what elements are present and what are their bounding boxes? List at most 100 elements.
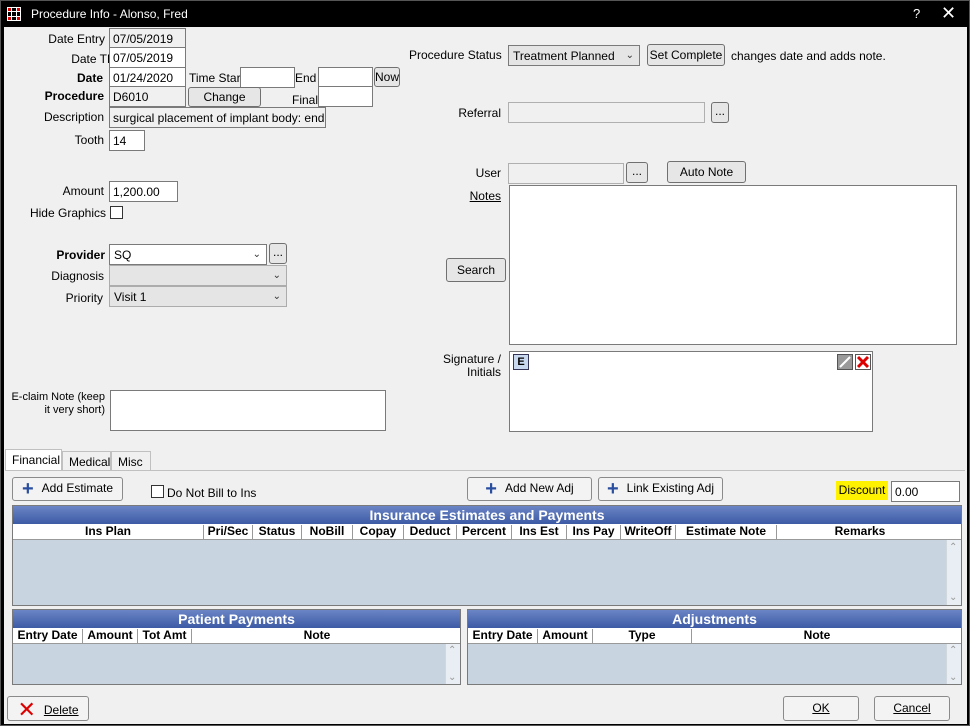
referral-more-button[interactable]: ... [711, 102, 729, 123]
procedure-status-value: Treatment Planned [513, 49, 615, 63]
column-header[interactable]: WriteOff [621, 525, 676, 539]
hide-graphics-label: Hide Graphics [29, 206, 106, 220]
help-button[interactable]: ? [913, 6, 920, 21]
insurance-grid-title: Insurance Estimates and Payments [13, 506, 961, 524]
procedure-info-window: Procedure Info - Alonso, Fred ? ✕ Date E… [0, 0, 970, 726]
column-header[interactable]: Tot Amt [138, 629, 192, 643]
column-header[interactable]: Ins Plan [13, 525, 204, 539]
plus-icon: + [606, 478, 619, 500]
add-new-adj-label: Add New Adj [504, 481, 574, 495]
procedure-status-select[interactable]: Treatment Planned ⌄ [508, 45, 640, 66]
delete-x-icon: ✕ [17, 697, 36, 722]
column-header[interactable]: Ins Est [512, 525, 567, 539]
change-procedure-button[interactable]: Change [188, 87, 261, 107]
notes-label: Notes [469, 189, 501, 203]
scroll-down-icon[interactable]: ⌄ [949, 592, 957, 603]
diagnosis-select[interactable]: ⌄ [109, 265, 287, 286]
add-new-adj-button[interactable]: + Add New Adj [467, 477, 592, 501]
patient-payments-title: Patient Payments [13, 610, 460, 628]
column-header[interactable]: Entry Date [13, 629, 83, 643]
time-start-field[interactable] [240, 67, 295, 88]
add-estimate-button[interactable]: + Add Estimate [12, 477, 123, 501]
priority-select[interactable]: Visit 1 ⌄ [109, 286, 287, 307]
column-header[interactable]: Estimate Note [676, 525, 777, 539]
ok-button[interactable]: OK [783, 696, 859, 721]
insurance-grid-scrollbar[interactable]: ⌃ ⌄ [946, 540, 961, 605]
end-time-field[interactable] [318, 67, 373, 88]
scroll-down-icon[interactable]: ⌄ [949, 672, 957, 683]
delete-button[interactable]: ✕ Delete [7, 696, 89, 721]
provider-label: Provider [56, 248, 105, 262]
search-notes-button[interactable]: Search [446, 258, 506, 282]
date-entry-field: 07/05/2019 [109, 28, 186, 49]
delete-label: Delete [43, 703, 79, 717]
set-complete-button[interactable]: Set Complete [647, 44, 725, 66]
column-header[interactable]: Type [593, 629, 692, 643]
column-header[interactable]: Remarks [777, 525, 943, 539]
column-header[interactable]: NoBill [302, 525, 353, 539]
user-more-button[interactable]: ... [626, 162, 648, 183]
signature-e-icon[interactable]: E [513, 354, 529, 370]
scroll-up-icon[interactable]: ⌃ [949, 542, 957, 553]
do-not-bill-label: Do Not Bill to Ins [167, 486, 257, 500]
column-header[interactable]: Deduct [404, 525, 457, 539]
column-header[interactable]: Note [192, 629, 442, 643]
user-label: User [475, 166, 501, 180]
column-header[interactable]: Note [692, 629, 942, 643]
patient-payments-columns: Entry Date Amount Tot Amt Note [13, 628, 460, 644]
auto-note-button[interactable]: Auto Note [667, 161, 746, 183]
title-bar: Procedure Info - Alonso, Fred ? ✕ [1, 1, 969, 27]
column-header[interactable]: Pri/Sec [204, 525, 253, 539]
end-label: End [295, 71, 317, 85]
column-header[interactable]: Ins Pay [567, 525, 621, 539]
date-field[interactable]: 01/24/2020 [109, 67, 186, 88]
column-header[interactable]: Amount [538, 629, 593, 643]
clear-signature-icon[interactable] [855, 354, 871, 370]
client-area: Date Entry 07/05/2019 Date TP 07/05/2019… [4, 27, 967, 724]
eclaim-note-field[interactable] [110, 390, 386, 431]
insurance-grid-columns: Ins Plan Pri/Sec Status NoBill Copay Ded… [13, 524, 961, 540]
date-entry-label: Date Entry [48, 32, 105, 46]
scroll-up-icon[interactable]: ⌃ [448, 645, 456, 656]
adjustments-scrollbar[interactable]: ⌃ ⌄ [946, 644, 961, 684]
cancel-button[interactable]: Cancel [874, 696, 950, 721]
tab-financial[interactable]: Financial [5, 449, 62, 471]
column-header[interactable]: Status [253, 525, 302, 539]
close-window-button[interactable]: ✕ [941, 3, 956, 24]
chevron-down-icon: ⌄ [625, 50, 634, 61]
amount-field[interactable]: 1,200.00 [109, 181, 178, 202]
scroll-down-icon[interactable]: ⌄ [448, 672, 456, 683]
scroll-up-icon[interactable]: ⌃ [949, 645, 957, 656]
notes-field[interactable] [509, 185, 957, 345]
column-header[interactable]: Percent [457, 525, 512, 539]
app-icon [7, 7, 21, 21]
date-tp-field[interactable]: 07/05/2019 [109, 47, 186, 68]
discount-field[interactable]: 0.00 [891, 481, 960, 502]
referral-label: Referral [458, 106, 501, 120]
patient-payments-grid[interactable]: Patient Payments Entry Date Amount Tot A… [12, 609, 461, 685]
adjustments-grid[interactable]: Adjustments Entry Date Amount Type Note … [467, 609, 962, 685]
hide-graphics-checkbox[interactable] [110, 206, 123, 219]
signature-box[interactable]: E [509, 351, 873, 432]
do-not-bill-checkbox[interactable] [151, 485, 164, 498]
add-estimate-label: Add Estimate [41, 481, 114, 495]
now-button[interactable]: Now [374, 67, 400, 87]
link-existing-adj-button[interactable]: + Link Existing Adj [598, 477, 723, 501]
tab-misc[interactable]: Misc [111, 451, 151, 471]
tab-bar: Financial Medical Misc [5, 449, 965, 471]
provider-select[interactable]: SQ ⌄ [109, 244, 267, 265]
column-header[interactable]: Entry Date [468, 629, 538, 643]
procedure-status-label: Procedure Status [409, 48, 502, 62]
tooth-field[interactable]: 14 [109, 130, 145, 151]
pen-icon[interactable] [837, 354, 853, 370]
column-header[interactable]: Copay [353, 525, 404, 539]
tab-medical[interactable]: Medical [62, 451, 111, 471]
signature-label: Signature / Initials [442, 352, 501, 379]
patient-payments-scrollbar[interactable]: ⌃ ⌄ [445, 644, 460, 684]
column-header[interactable]: Amount [83, 629, 138, 643]
provider-value: SQ [114, 248, 132, 262]
final-field[interactable] [318, 86, 373, 107]
insurance-estimates-grid[interactable]: Insurance Estimates and Payments Ins Pla… [12, 505, 962, 606]
provider-more-button[interactable]: ... [269, 243, 287, 264]
link-existing-adj-label: Link Existing Adj [626, 481, 715, 495]
